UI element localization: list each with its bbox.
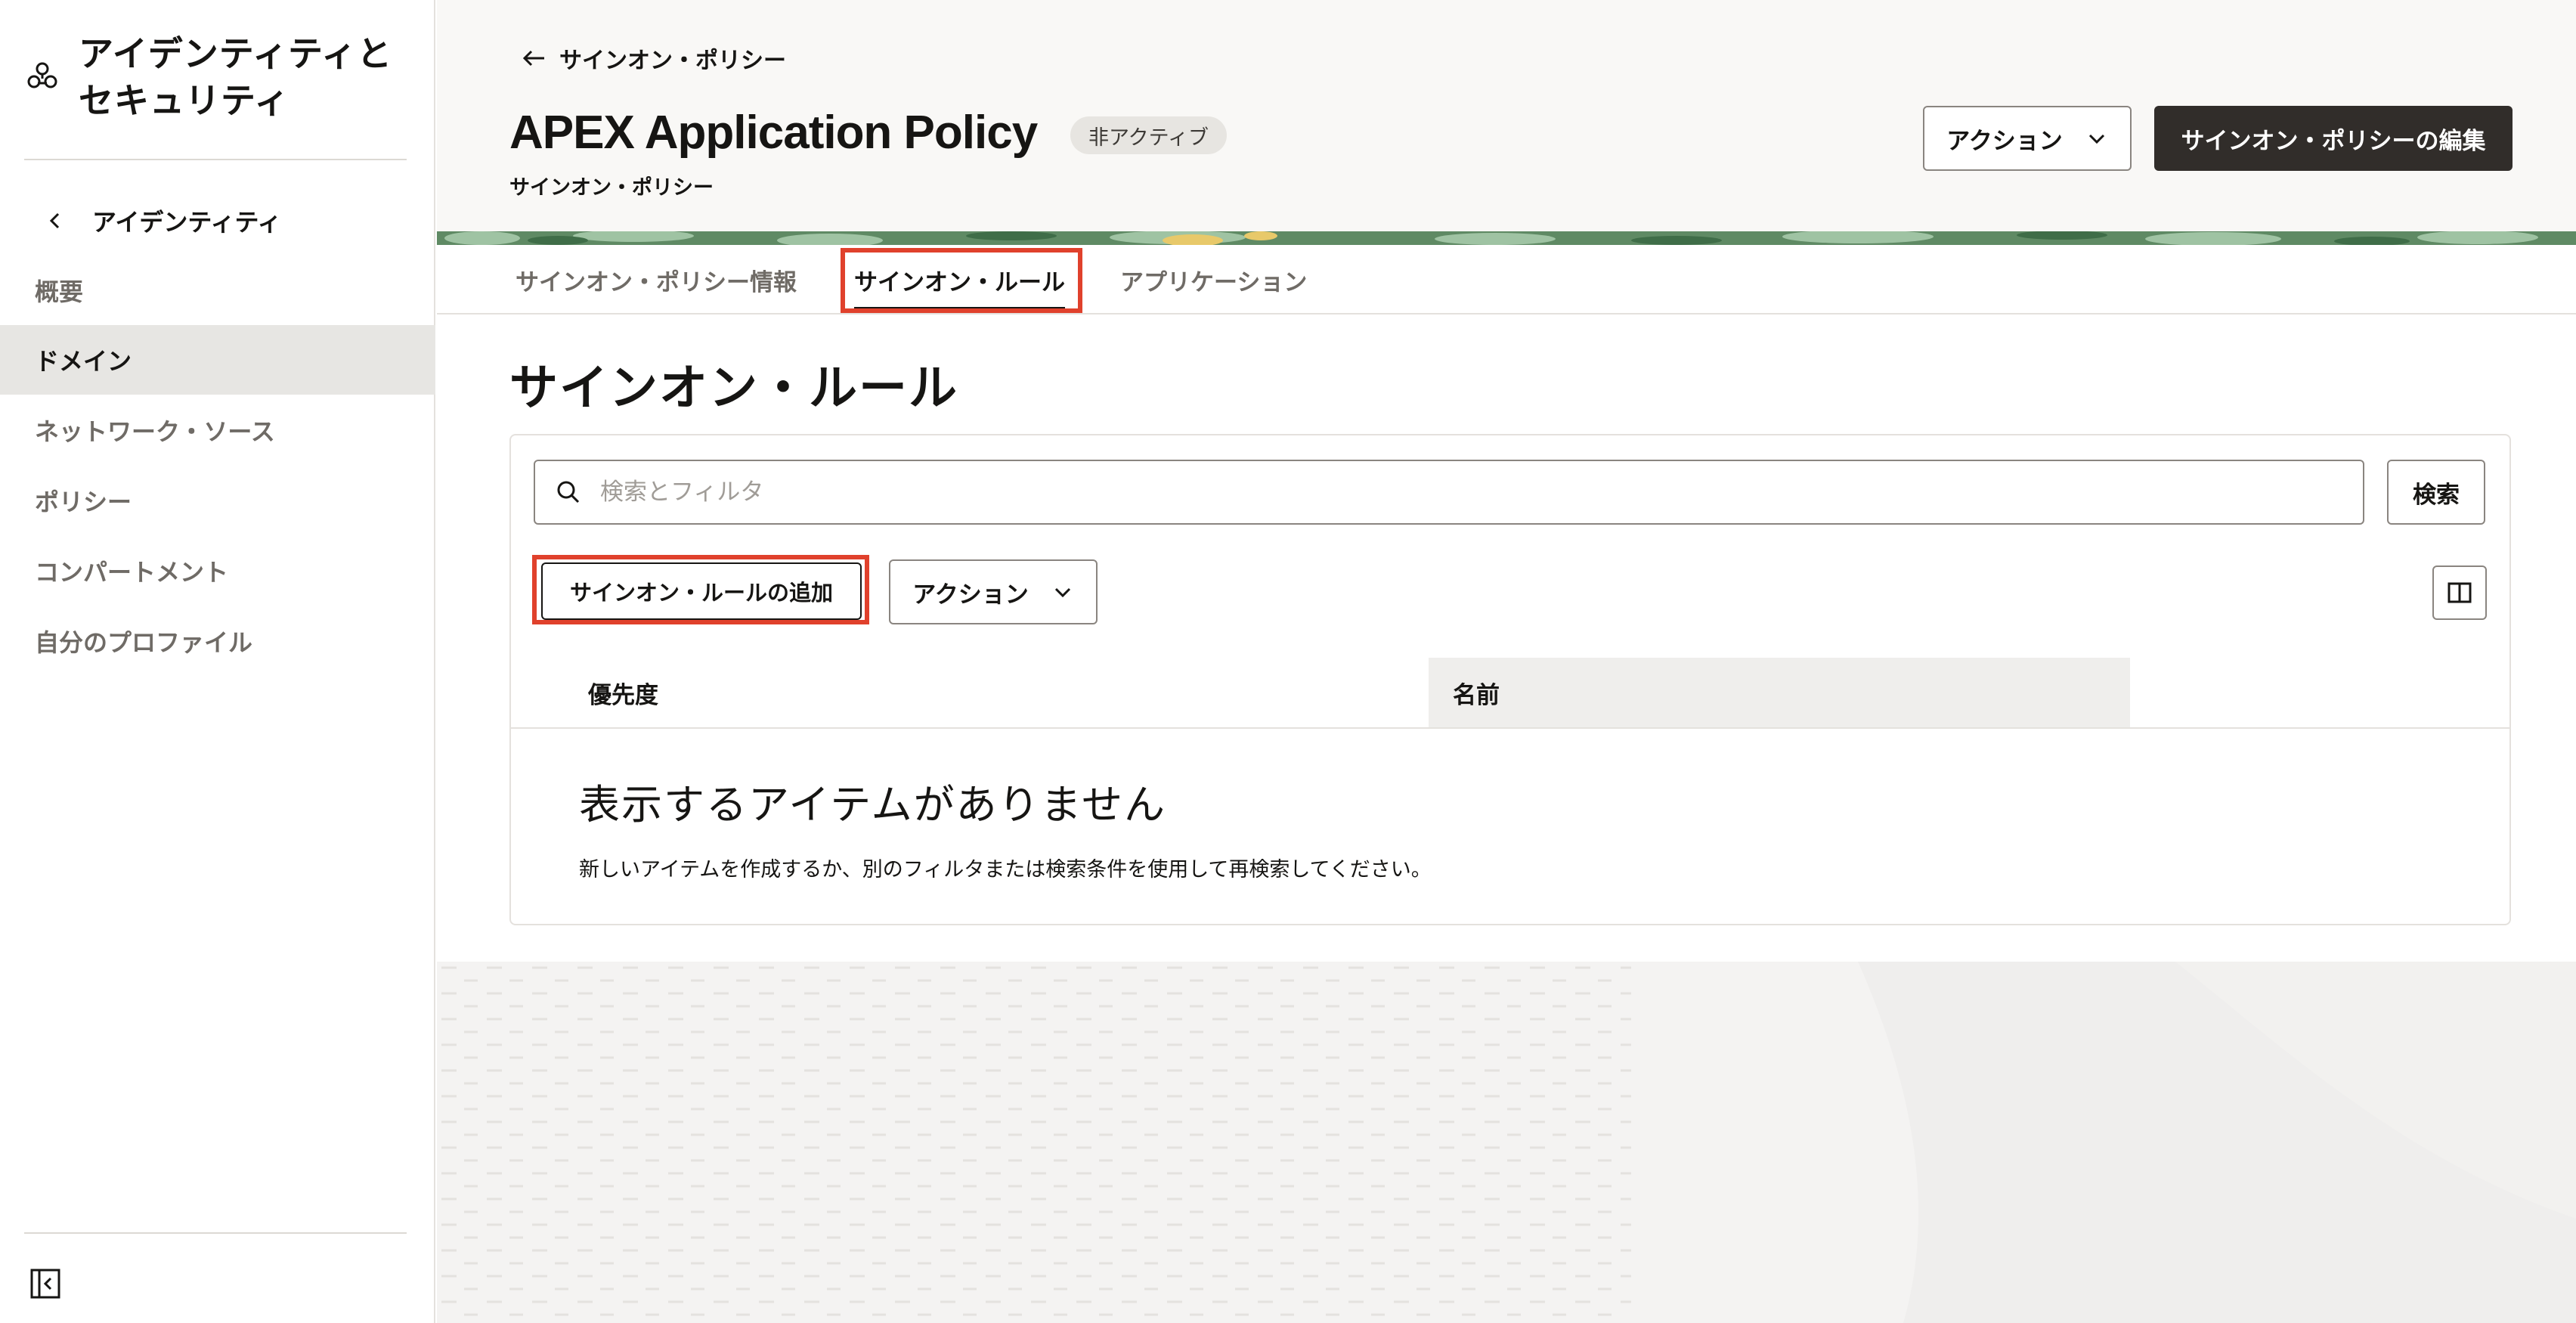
column-header-label: 優先度	[588, 681, 658, 709]
table-header-divider	[511, 727, 2509, 729]
sidebar-item-network-sources[interactable]: ネットワーク・ソース	[0, 395, 435, 465]
sidebar-item-compartments[interactable]: コンパートメント	[0, 536, 435, 606]
status-badge: 非アクティブ	[1070, 116, 1228, 154]
chevron-down-icon	[2088, 134, 2104, 144]
sidebar-back-link[interactable]: アイデンティティ	[44, 200, 282, 242]
breadcrumb-label: サインオン・ポリシー	[559, 48, 786, 74]
table-actions-button[interactable]: アクション	[889, 559, 1098, 624]
app-root: アイデンティティと セキュリティ アイデンティティ 概要 ドメイン ネットワーク…	[0, 0, 2576, 1323]
sidebar-title-line2: セキュリティ	[79, 80, 290, 121]
sidebar-header: アイデンティティと セキュリティ	[26, 30, 408, 124]
page-title: APEX Application Policy	[509, 107, 1038, 159]
actions-button-label: アクション	[912, 581, 1029, 609]
header-actions-button[interactable]: アクション	[1923, 106, 2132, 171]
active-tab-indicator	[854, 307, 1065, 311]
search-button[interactable]: 検索	[2387, 460, 2485, 525]
sidebar-item-label: 概要	[35, 277, 84, 306]
header-banner-decoration	[437, 231, 2576, 245]
sidebar-back-label: アイデンティティ	[92, 208, 282, 237]
tab-label: サインオン・ルール	[854, 268, 1065, 296]
column-settings-button[interactable]	[2432, 565, 2487, 620]
columns-icon	[2448, 582, 2472, 603]
sidebar-item-label: 自分のプロファイル	[35, 628, 253, 657]
sidebar-item-label: ドメイン	[35, 347, 132, 376]
empty-state-title: 表示するアイテムがありません	[579, 781, 1166, 829]
column-header-label: 名前	[1453, 681, 1500, 709]
sidebar-title-line1: アイデンティティと	[79, 33, 393, 74]
search-button-label: 検索	[2413, 481, 2460, 509]
page-subtitle: サインオン・ポリシー	[509, 176, 714, 200]
sidebar-item-domains[interactable]: ドメイン	[0, 325, 435, 395]
sidebar-bottom-divider	[24, 1232, 407, 1234]
chevron-left-icon	[49, 212, 60, 229]
sidebar-title: アイデンティティと セキュリティ	[79, 30, 392, 124]
sidebar-divider	[24, 159, 407, 160]
add-rule-button-label: サインオン・ルールの追加	[569, 580, 833, 606]
add-signon-rule-button[interactable]: サインオン・ルールの追加	[541, 562, 862, 620]
background-pattern-decoration	[437, 962, 2576, 1323]
identity-security-icon	[27, 62, 57, 88]
column-header-name[interactable]: 名前	[1429, 658, 2130, 727]
tab-signon-policy-info[interactable]: サインオン・ポリシー情報	[516, 245, 797, 314]
search-input[interactable]	[600, 479, 2339, 506]
chevron-down-icon	[1054, 587, 1070, 598]
sidebar-item-label: ポリシー	[35, 488, 132, 516]
sidebar-item-policies[interactable]: ポリシー	[0, 466, 435, 535]
sidebar: アイデンティティと セキュリティ アイデンティティ 概要 ドメイン ネットワーク…	[0, 0, 435, 1323]
section-title: サインオン・ルール	[509, 361, 958, 417]
tab-label: サインオン・ポリシー情報	[516, 268, 797, 296]
tab-applications[interactable]: アプリケーション	[1120, 245, 1307, 314]
arrow-left-icon	[522, 50, 544, 67]
sidebar-item-label: ネットワーク・ソース	[35, 417, 275, 446]
page-header: サインオン・ポリシー APEX Application Policy 非アクティ…	[437, 0, 2576, 233]
sidebar-item-overview[interactable]: 概要	[0, 256, 435, 325]
tab-label: アプリケーション	[1120, 268, 1308, 296]
breadcrumb[interactable]: サインオン・ポリシー	[520, 39, 786, 77]
edit-policy-button[interactable]: サインオン・ポリシーの編集	[2154, 106, 2513, 171]
search-icon	[557, 481, 580, 503]
sidebar-item-label: コンパートメント	[35, 558, 229, 587]
tab-signon-rules[interactable]: サインオン・ルール	[854, 245, 1065, 314]
search-field[interactable]	[534, 460, 2364, 525]
column-header-priority[interactable]: 優先度	[588, 658, 1427, 727]
actions-button-label: アクション	[1946, 127, 2063, 155]
collapse-sidebar-icon[interactable]	[29, 1267, 62, 1300]
sidebar-item-my-profile[interactable]: 自分のプロファイル	[0, 606, 435, 676]
tab-bar: サインオン・ポリシー情報 サインオン・ルール アプリケーション	[437, 245, 2576, 314]
empty-state-description: 新しいアイテムを作成するか、別のフィルタまたは検索条件を使用して再検索してくださ…	[579, 858, 1432, 881]
